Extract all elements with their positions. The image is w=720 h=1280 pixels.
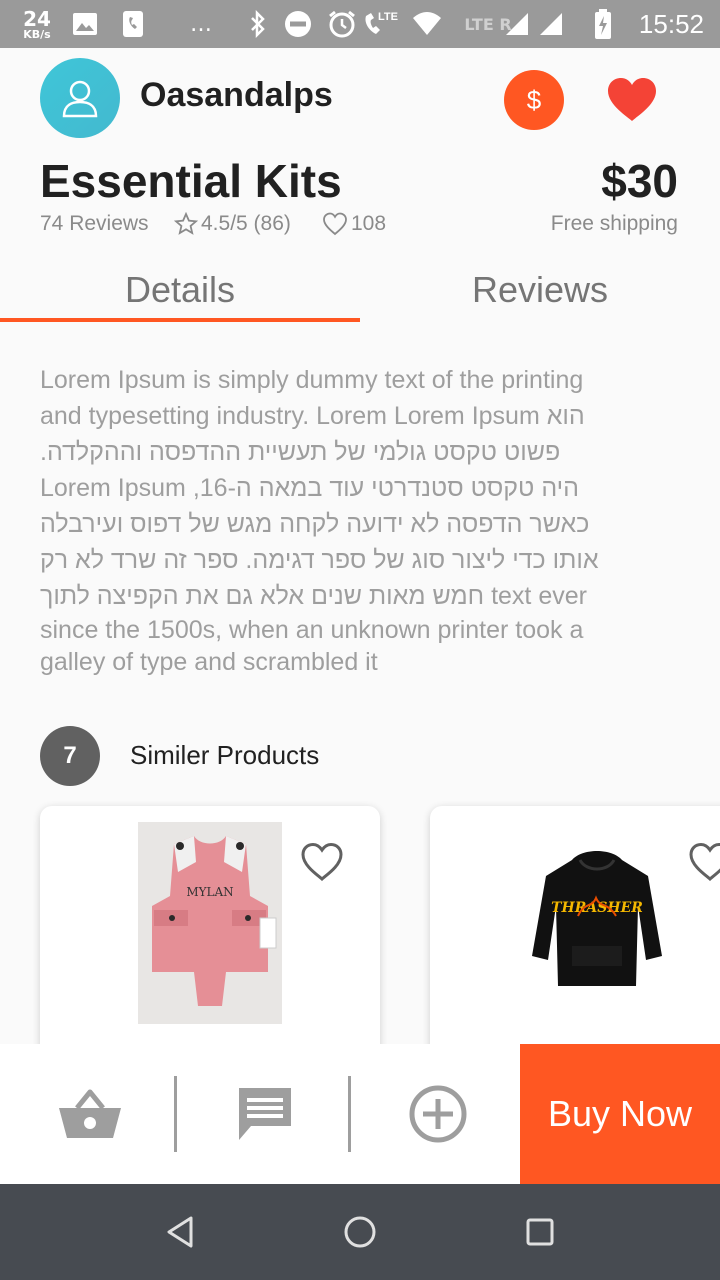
star-outline-icon	[174, 212, 198, 235]
favorite-button[interactable]	[604, 72, 660, 128]
dollar-icon: $	[526, 84, 542, 115]
similar-products-title: Similer Products	[130, 740, 320, 770]
print-text: THRASHER	[551, 900, 643, 916]
product-detail-screen: Oasandalps $ Essential Kits $30 74 Revie…	[0, 48, 720, 1184]
signal-icon-1	[502, 0, 532, 48]
likes: 108	[322, 212, 386, 236]
divider	[348, 1076, 351, 1152]
nav-back-button[interactable]	[140, 1184, 220, 1280]
description-line: Lorem Ipsum is simply dummy text of the …	[40, 366, 584, 394]
description-line: and typesetting industry. Lorem Lorem Ip…	[40, 402, 585, 430]
description-line: Lorem Ipsum ,היה טקסט סטנדרטי עוד במאה ה…	[40, 474, 579, 502]
rating: 4.5/5 (86)	[174, 212, 291, 236]
product-description: Lorem Ipsum is simply dummy text of the …	[40, 362, 680, 678]
description-line: חמש מאות שנים אלא גם את הקפיצה לתוך text…	[40, 582, 587, 610]
price-alert-button[interactable]: $	[504, 70, 564, 130]
similar-count-badge: 7	[40, 726, 100, 786]
home-circle-icon	[344, 1216, 376, 1248]
heart-outline-icon	[689, 842, 720, 882]
clock: 15:52	[638, 8, 704, 39]
do-not-disturb-icon	[282, 0, 314, 48]
heart-filled-icon	[608, 78, 656, 121]
card-favorite-button[interactable]	[300, 842, 344, 886]
network-speed-value: 24	[23, 6, 51, 31]
description-line: since the 1500s, when an unknown printer…	[40, 616, 584, 644]
basket-button[interactable]	[50, 1044, 130, 1184]
reviews-count-text: 74 Reviews	[40, 212, 149, 235]
nav-home-button[interactable]	[320, 1184, 400, 1280]
network-speed: 24 KB/s	[18, 0, 56, 48]
divider	[174, 1076, 177, 1152]
tab-reviews[interactable]: Reviews	[360, 258, 720, 322]
nav-recents-button[interactable]	[500, 1184, 580, 1280]
likes-count: 108	[351, 212, 387, 235]
volte-call-icon: LTE	[362, 0, 402, 48]
heart-outline-icon	[323, 212, 347, 236]
lte-label: LTE	[378, 11, 398, 23]
embroidery-text: MYLAN	[186, 885, 233, 899]
add-button[interactable]	[398, 1044, 478, 1184]
seller-avatar[interactable]	[40, 58, 120, 138]
image-notification-icon	[70, 0, 100, 48]
description-line: .פשוט טקסט גולמי של תעשיית ההדפסה וההקלד…	[40, 438, 561, 466]
add-circle-icon	[409, 1085, 467, 1143]
user-icon	[62, 80, 98, 118]
black-hoodie-image: THRASHER	[532, 851, 662, 986]
buy-now-button[interactable]: Buy Now	[520, 1044, 720, 1184]
battery-charging-icon	[590, 0, 616, 48]
network-speed-unit: KB/s	[23, 27, 51, 41]
description-line: galley of type and scrambled it	[40, 648, 378, 676]
wifi-icon	[410, 0, 444, 48]
product-price: $30	[601, 155, 678, 207]
basket-icon	[59, 1089, 121, 1138]
bottom-action-bar: Buy Now	[0, 1044, 720, 1184]
description-line: אותו כדי ליצור סוג של ספר דגימה. ספר זה …	[40, 546, 599, 574]
seller-name[interactable]: Oasandalps	[140, 76, 333, 115]
pink-romper-image: MYLAN	[138, 822, 282, 1024]
description-line: כאשר הדפסה לא ידועה לקחה מגש של דפוס ועי…	[40, 510, 590, 538]
heart-outline-icon	[301, 842, 343, 882]
recents-square-icon	[526, 1218, 554, 1246]
system-nav-bar	[0, 1184, 720, 1280]
tab-details[interactable]: Details	[0, 258, 360, 322]
rating-text: 4.5/5 (86)	[201, 212, 291, 235]
product-title: Essential Kits	[40, 155, 342, 207]
bluetooth-icon	[246, 0, 270, 48]
card-favorite-button[interactable]	[688, 842, 720, 886]
more-notifications-icon: …	[190, 11, 212, 37]
back-triangle-icon	[167, 1216, 193, 1248]
shipping-info: Free shipping	[550, 212, 678, 235]
chat-icon	[239, 1088, 291, 1140]
signal-icon-2	[536, 0, 566, 48]
reviews-count[interactable]: 74 Reviews	[40, 212, 149, 236]
active-tab-indicator	[0, 318, 360, 322]
status-bar: 24 KB/s … LTE LTE R 15:52	[0, 0, 720, 48]
alarm-icon	[326, 0, 358, 48]
chat-button[interactable]	[225, 1044, 305, 1184]
phone-notification-icon	[120, 0, 146, 48]
